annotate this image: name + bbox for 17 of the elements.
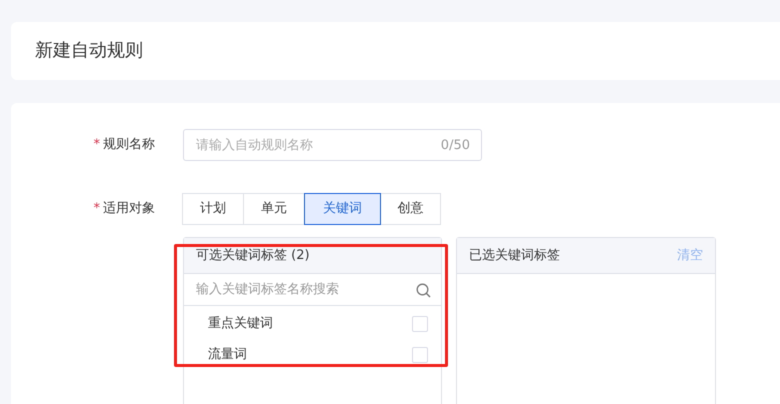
target-option-tab[interactable]: 创意 <box>380 193 441 225</box>
target-option-tab[interactable]: 单元 <box>243 193 305 225</box>
tag-item[interactable]: 流量词 <box>208 344 247 364</box>
required-mark: * <box>94 137 100 152</box>
checkbox[interactable] <box>412 316 428 332</box>
page-title: 新建自动规则 <box>35 40 143 62</box>
required-mark: * <box>94 201 100 216</box>
tag-item[interactable]: 重点关键词 <box>208 314 273 334</box>
field-label: 规则名称 <box>103 137 155 152</box>
target-option-tab[interactable]: 关键词 <box>304 193 381 225</box>
panel-title: 可选关键词标签 (2) <box>196 246 310 265</box>
field-label: 适用对象 <box>103 201 155 216</box>
target-option-tab[interactable]: 计划 <box>182 193 244 225</box>
panel-title: 已选关键词标签 <box>469 246 560 265</box>
character-counter: 0/50 <box>440 137 470 155</box>
checkbox[interactable] <box>412 346 428 362</box>
search-icon <box>416 283 431 298</box>
